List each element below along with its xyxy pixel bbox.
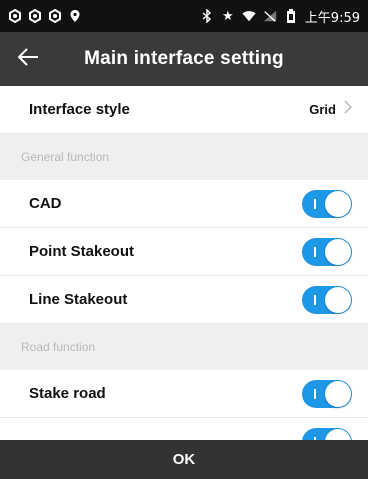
title-bar: Main interface setting: [0, 32, 368, 86]
setting-row-point-stakeout: Point Stakeout: [0, 228, 368, 276]
setting-control-line-stakeout: [302, 285, 352, 314]
interface-style-row[interactable]: Interface style Grid: [0, 86, 368, 134]
arrow-left-icon: [17, 47, 39, 72]
setting-label-cad: CAD: [29, 195, 62, 212]
notification-icon: [8, 9, 22, 23]
notification-icon: [28, 9, 42, 23]
star-icon: ★: [221, 8, 234, 23]
partial-toggle[interactable]: [302, 427, 352, 440]
point-stakeout-toggle[interactable]: [302, 237, 352, 266]
setting-control-partial: [302, 427, 352, 440]
chevron-right-icon: [344, 100, 352, 119]
bluetooth-icon: [200, 9, 214, 23]
setting-label-stake-road: Stake road: [29, 385, 106, 402]
status-bar: ★ 上午9:59: [0, 0, 368, 32]
section-label-general: General function: [21, 150, 110, 164]
section-label-road: Road function: [21, 340, 96, 354]
settings-list: Interface style Grid General function CA…: [0, 86, 368, 440]
setting-row-stake-road: Stake road: [0, 370, 368, 418]
status-notifications: [8, 9, 82, 23]
section-header-general: General function: [0, 134, 368, 180]
status-system: ★ 上午9:59: [200, 7, 360, 26]
notification-icon: [48, 9, 62, 23]
line-stakeout-toggle[interactable]: [302, 285, 352, 314]
setting-control-cad: [302, 189, 352, 218]
setting-control-stake-road: [302, 379, 352, 408]
setting-row-partial: [0, 418, 368, 440]
ok-label: OK: [172, 451, 196, 468]
stake-road-toggle[interactable]: [302, 379, 352, 408]
ok-button[interactable]: OK: [0, 440, 368, 479]
section-header-road: Road function: [0, 324, 368, 370]
interface-style-value: Grid: [309, 102, 336, 117]
back-button[interactable]: [0, 32, 56, 86]
setting-row-cad: CAD: [0, 180, 368, 228]
battery-icon: [284, 9, 298, 23]
location-pin-icon: [68, 9, 82, 23]
setting-label-line-stakeout: Line Stakeout: [29, 291, 128, 308]
setting-control-point-stakeout: [302, 237, 352, 266]
setting-label-point-stakeout: Point Stakeout: [29, 243, 135, 260]
setting-row-line-stakeout: Line Stakeout: [0, 276, 368, 324]
interface-style-label: Interface style: [29, 101, 130, 118]
cad-toggle[interactable]: [302, 189, 352, 218]
signal-icon: [263, 9, 277, 23]
status-time: 上午9:59: [304, 10, 360, 26]
interface-style-control: Grid: [309, 100, 352, 119]
wifi-icon: [242, 9, 256, 23]
